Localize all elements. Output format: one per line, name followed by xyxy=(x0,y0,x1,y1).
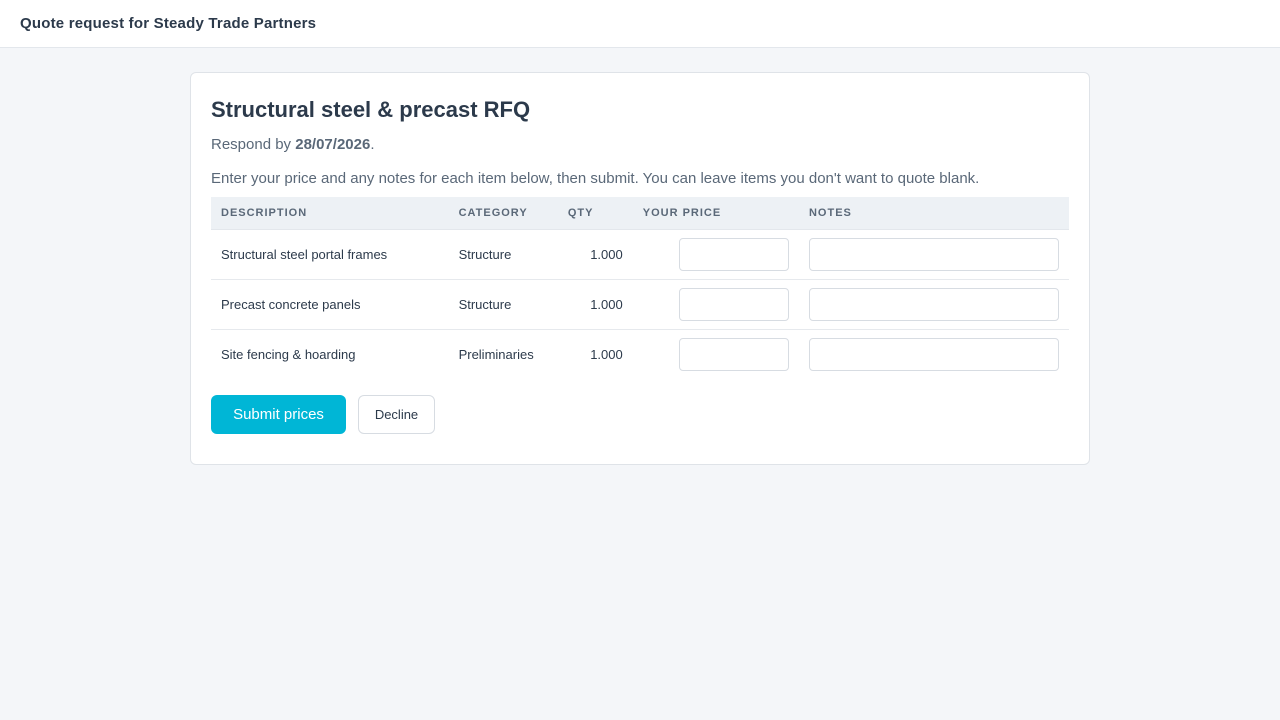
table-row: Site fencing & hoarding Preliminaries 1.… xyxy=(211,329,1069,379)
item-qty: 1.000 xyxy=(557,279,633,330)
price-cell xyxy=(632,229,799,280)
column-header-category: CATEGORY xyxy=(448,197,558,230)
notes-cell xyxy=(798,229,1069,280)
rfq-title: Structural steel & precast RFQ xyxy=(211,97,531,122)
column-header-qty: QTY xyxy=(557,197,633,230)
item-category: Preliminaries xyxy=(458,346,534,362)
top-bar: Quote request for Steady Trade Partners xyxy=(0,0,1280,48)
decline-button[interactable]: Decline xyxy=(358,395,435,434)
column-header-description: DESCRIPTION xyxy=(211,197,449,230)
item-description: Site fencing & hoarding xyxy=(221,346,356,362)
price-input[interactable] xyxy=(678,337,789,371)
column-header-price: YOUR PRICE xyxy=(632,197,799,230)
item-description: Precast concrete panels xyxy=(211,279,449,330)
rfq-card: Structural steel & precast RFQ Respond b… xyxy=(190,72,1090,465)
price-cell xyxy=(633,329,799,379)
notes-cell xyxy=(798,279,1069,330)
table-header-row: DESCRIPTION CATEGORY QTY YOUR PRICE NOTE… xyxy=(211,197,1069,230)
notes-input[interactable] xyxy=(808,237,1059,271)
notes-cell xyxy=(799,329,1069,379)
item-description: Structural steel portal frames xyxy=(211,229,449,280)
price-input[interactable] xyxy=(678,237,789,271)
items-table: DESCRIPTION CATEGORY QTY YOUR PRICE NOTE… xyxy=(211,197,1069,379)
respond-by-text: Respond by 28/07/2026. xyxy=(211,135,1069,155)
column-header-notes: NOTES xyxy=(798,197,1069,230)
notes-input[interactable] xyxy=(808,337,1059,371)
item-category: Structure xyxy=(448,229,558,280)
respond-by-label: Respond by xyxy=(211,136,296,153)
notes-input[interactable] xyxy=(808,287,1059,321)
item-category: Structure xyxy=(448,279,558,330)
submit-prices-button[interactable]: Submit prices xyxy=(211,395,346,434)
item-qty: 1.000 xyxy=(557,229,633,280)
form-actions: Submit prices Decline xyxy=(211,395,1069,434)
table-row: Precast concrete panels Structure 1.000 xyxy=(211,279,1069,330)
respond-by-date: 28/07/2026 xyxy=(295,136,371,153)
respond-by-suffix: . xyxy=(370,136,375,153)
item-qty: 1.000 xyxy=(590,346,623,362)
price-input[interactable] xyxy=(678,287,789,321)
table-row: Structural steel portal frames Structure… xyxy=(211,229,1069,280)
page-header-title: Quote request for Steady Trade Partners xyxy=(20,15,317,32)
instructions-text: Enter your price and any notes for each … xyxy=(211,170,980,187)
price-cell xyxy=(632,279,799,330)
